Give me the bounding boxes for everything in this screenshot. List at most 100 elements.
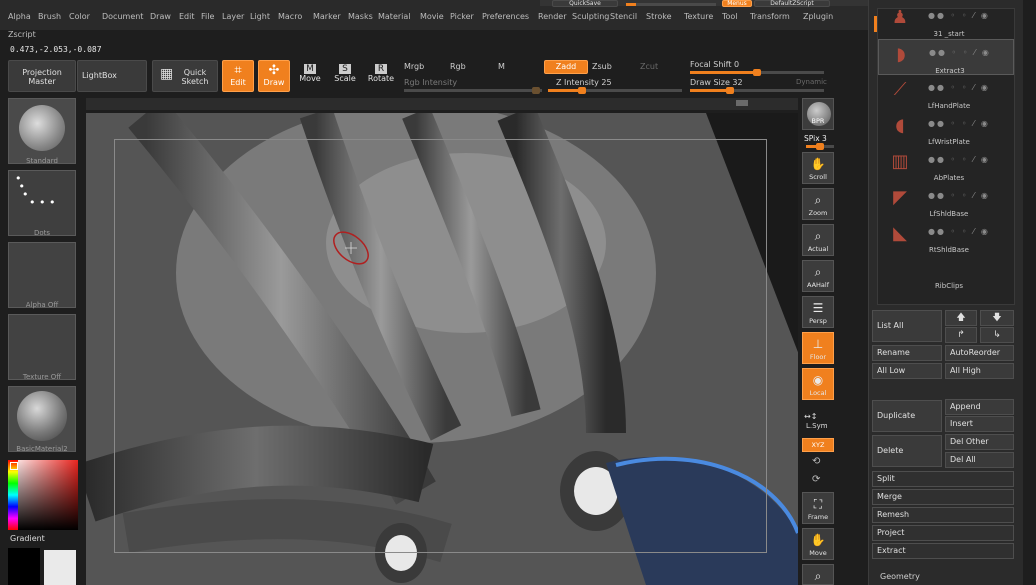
subtool-item[interactable]: ◤ ●● ◦ ◦ ⁄ ◉ LfShldBase <box>878 183 1014 219</box>
hue-strip[interactable] <box>8 460 18 530</box>
menu-item-color[interactable]: Color <box>69 12 90 21</box>
main-color-swatch[interactable] <box>8 548 40 585</box>
menu-item-marker[interactable]: Marker <box>313 12 341 21</box>
lsym-button[interactable]: L.Sym <box>806 422 828 430</box>
m-button[interactable]: M <box>498 62 505 71</box>
dynamic-toggle[interactable]: Dynamic <box>796 78 827 86</box>
merge-menu[interactable]: Merge <box>872 489 1014 505</box>
subtool-toggle-icons[interactable]: ●● ◦ ◦ ⁄ ◉ <box>928 11 990 20</box>
menu-item-texture[interactable]: Texture <box>684 12 713 21</box>
delete-button[interactable]: Delete <box>872 435 942 467</box>
all-high-button[interactable]: All High <box>945 363 1014 379</box>
mrgb-button[interactable]: Mrgb <box>404 62 424 71</box>
menu-item-transform[interactable]: Transform <box>750 12 790 21</box>
focal-shift-slider[interactable] <box>690 69 824 76</box>
menu-item-sculpting[interactable]: Sculpting <box>572 12 609 21</box>
menu-item-edit[interactable]: Edit <box>179 12 195 21</box>
menu-item-brush[interactable]: Brush <box>38 12 61 21</box>
menu-item-movie[interactable]: Movie <box>420 12 444 21</box>
texture-thumbnail[interactable]: Texture Off <box>8 314 76 381</box>
zsub-button[interactable]: Zsub <box>592 62 612 71</box>
subtool-toggle-icons[interactable]: ●● ◦ ◦ ⁄ ◉ <box>928 155 990 164</box>
subtool-item[interactable]: ♟ ●● ◦ ◦ ⁄ ◉ 31 _start <box>878 9 1014 39</box>
aahalf-button[interactable]: ⌕ AAHalf <box>802 260 834 292</box>
subtool-item[interactable]: ◣ ●● ◦ ◦ ⁄ ◉ RtShldBase <box>878 219 1014 255</box>
edit-button[interactable]: ⌗ Edit <box>222 60 254 92</box>
rgb-intensity-track[interactable] <box>404 87 542 94</box>
lightbox-button[interactable]: LightBox <box>77 60 147 92</box>
floor-button[interactable]: ⊥ Floor <box>802 332 834 364</box>
rgb-intensity-slider[interactable]: Rgb Intensity <box>404 78 457 87</box>
move-up-group-button[interactable]: ↱ <box>945 327 977 343</box>
scale-view-button[interactable]: ⌕ <box>802 564 834 585</box>
move-up-button[interactable]: 🡅 <box>945 310 977 326</box>
menus-button[interactable]: Menus <box>722 0 752 7</box>
menu-item-stroke[interactable]: Stroke <box>646 12 672 21</box>
draw-button[interactable]: ✣ Draw <box>258 60 290 92</box>
move-button[interactable]: M Move <box>295 60 325 92</box>
menu-item-preferences[interactable]: Preferences <box>482 12 529 21</box>
menu-item-file[interactable]: File <box>201 12 214 21</box>
local-button[interactable]: ◉ Local <box>802 368 834 400</box>
subtool-item[interactable]: RibClips <box>878 255 1014 291</box>
scroll-handle[interactable] <box>736 100 748 106</box>
zcut-button[interactable]: Zcut <box>640 62 658 71</box>
menu-item-light[interactable]: Light <box>250 12 270 21</box>
color-cursor[interactable] <box>10 462 18 470</box>
quicksave-button[interactable]: QuickSave <box>552 0 618 7</box>
subtool-toggle-icons[interactable]: ●● ◦ ◦ ⁄ ◉ <box>928 191 990 200</box>
z-intensity-slider[interactable] <box>548 87 682 94</box>
subtool-toggle-icons[interactable]: ●● ◦ ◦ ⁄ ◉ <box>929 48 991 57</box>
insert-button[interactable]: Insert <box>945 416 1014 432</box>
rotate-y-icon[interactable]: ⟲ <box>812 456 820 467</box>
spix-slider[interactable] <box>806 143 834 150</box>
persp-button[interactable]: ☰ Persp <box>802 296 834 328</box>
list-all-button[interactable]: List All <box>872 310 942 342</box>
append-button[interactable]: Append <box>945 399 1014 415</box>
menu-item-macro[interactable]: Macro <box>278 12 302 21</box>
draw-size-slider[interactable] <box>690 87 824 94</box>
menu-item-alpha[interactable]: Alpha <box>8 12 31 21</box>
geometry-section-header[interactable]: Geometry <box>880 572 920 581</box>
menu-item-draw[interactable]: Draw <box>150 12 171 21</box>
subtool-toggle-icons[interactable]: ●● ◦ ◦ ⁄ ◉ <box>928 227 990 236</box>
menu-item-picker[interactable]: Picker <box>450 12 474 21</box>
subtool-toggle-icons[interactable]: ●● ◦ ◦ ⁄ ◉ <box>928 119 990 128</box>
secondary-color-swatch[interactable] <box>44 550 76 585</box>
extract-menu[interactable]: Extract <box>872 543 1014 559</box>
rename-button[interactable]: Rename <box>872 345 942 361</box>
menu-item-masks[interactable]: Masks <box>348 12 373 21</box>
autoreorder-button[interactable]: AutoReorder <box>945 345 1014 361</box>
zoom-button[interactable]: ⌕ Zoom <box>802 188 834 220</box>
project-menu[interactable]: Project <box>872 525 1014 541</box>
menu-item-tool[interactable]: Tool <box>722 12 738 21</box>
menu-item-document[interactable]: Document <box>102 12 143 21</box>
menu-item-render[interactable]: Render <box>538 12 566 21</box>
remesh-menu[interactable]: Remesh <box>872 507 1014 523</box>
projection-master-button[interactable]: Projection Master <box>8 60 76 92</box>
duplicate-button[interactable]: Duplicate <box>872 400 942 432</box>
move-down-button[interactable]: 🡇 <box>980 310 1014 326</box>
alpha-thumbnail[interactable]: Alpha Off <box>8 242 76 309</box>
brush-thumbnail[interactable]: Standard <box>8 98 76 165</box>
menu-item-material[interactable]: Material <box>378 12 411 21</box>
subtool-toggle-icons[interactable]: ●● ◦ ◦ ⁄ ◉ <box>928 83 990 92</box>
zscript-label[interactable]: Zscript <box>8 30 36 39</box>
move-view-button[interactable]: ✋ Move <box>802 528 834 560</box>
scroll-button[interactable]: ✋ Scroll <box>802 152 834 184</box>
move-down-group-button[interactable]: ↳ <box>980 327 1014 343</box>
color-picker[interactable] <box>8 460 78 530</box>
material-thumbnail[interactable]: BasicMaterial2 <box>8 386 76 453</box>
bpr-button[interactable]: BPR <box>802 98 834 130</box>
rotate-z-icon[interactable]: ⟳ <box>812 474 820 485</box>
subtool-item[interactable]: ◖ ●● ◦ ◦ ⁄ ◉ LfWristPlate <box>878 111 1014 147</box>
gradient-label[interactable]: Gradient <box>10 534 45 543</box>
rotate-button[interactable]: R Rotate <box>366 60 396 92</box>
subtool-item[interactable]: ▥ ●● ◦ ◦ ⁄ ◉ AbPlates <box>878 147 1014 183</box>
actual-button[interactable]: ⌕ Actual <box>802 224 834 256</box>
xyz-button[interactable]: XYZ <box>802 438 834 452</box>
spix-label[interactable]: SPix 3 <box>804 134 827 143</box>
subtool-item[interactable]: ⟋ ●● ◦ ◦ ⁄ ◉ LfHandPlate <box>878 75 1014 111</box>
split-menu[interactable]: Split <box>872 471 1014 487</box>
del-other-button[interactable]: Del Other <box>945 434 1014 450</box>
